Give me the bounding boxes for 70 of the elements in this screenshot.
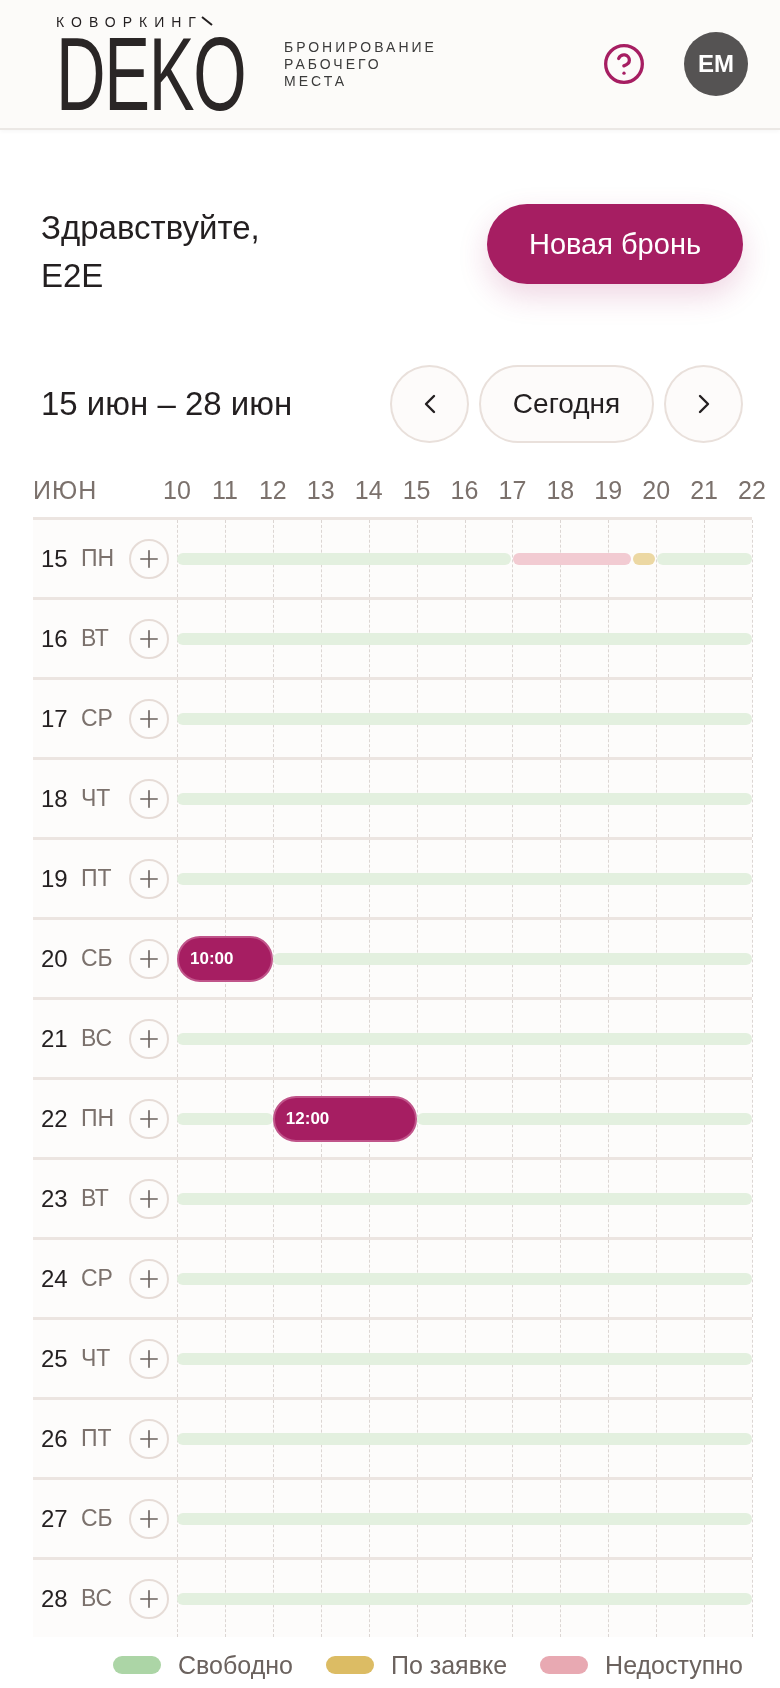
weekday-label: СБ xyxy=(81,1505,114,1532)
booking-chip[interactable]: 12:00 xyxy=(272,1095,417,1142)
hour-label: 18 xyxy=(546,475,575,505)
day-number: 23 xyxy=(41,1184,69,1213)
hour-label: 19 xyxy=(594,475,623,505)
add-booking-button[interactable] xyxy=(129,938,169,979)
hour-label: 15 xyxy=(402,475,431,505)
today-button[interactable]: Сегодня xyxy=(479,365,654,443)
add-booking-button[interactable] xyxy=(129,858,169,899)
new-booking-button[interactable]: Новая бронь xyxy=(487,204,743,284)
hour-label: 22 xyxy=(738,475,766,505)
logo-accent-icon xyxy=(200,16,213,26)
day-number: 26 xyxy=(41,1424,69,1453)
weekday-label: СБ xyxy=(81,945,114,972)
weekday-label: ПТ xyxy=(81,1425,113,1452)
logo-tagline: БРОНИРОВАНИЕ РАБОЧЕГО МЕСТА xyxy=(284,38,437,90)
weekday-label: ВТ xyxy=(81,1185,110,1212)
weekday-label: ВС xyxy=(81,1585,114,1612)
day-number: 27 xyxy=(41,1504,69,1533)
weekday-label: ПН xyxy=(81,545,116,572)
legend-label: По заявке xyxy=(390,1650,508,1680)
day-number: 19 xyxy=(41,864,69,893)
legend-label: Недоступно xyxy=(605,1650,743,1680)
add-booking-button[interactable] xyxy=(129,1498,169,1539)
day-number: 24 xyxy=(41,1264,69,1293)
weekday-label: ЧТ xyxy=(81,1345,112,1372)
hour-label: 14 xyxy=(354,475,383,505)
logo-wordmark: DEKO xyxy=(56,32,246,116)
hour-label: 16 xyxy=(450,475,479,505)
add-booking-button[interactable] xyxy=(129,1578,169,1619)
add-booking-button[interactable] xyxy=(129,1098,169,1139)
weekday-label: ЧТ xyxy=(81,785,112,812)
legend-label: Свободно xyxy=(178,1650,293,1680)
weekday-label: ВТ xyxy=(81,625,110,652)
day-number: 21 xyxy=(41,1024,69,1053)
add-booking-button[interactable] xyxy=(129,778,169,819)
day-number: 22 xyxy=(41,1104,69,1133)
weekday-label: СР xyxy=(81,705,114,732)
day-number: 17 xyxy=(41,704,69,733)
booking-chip[interactable]: 10:00 xyxy=(177,935,273,982)
hour-label: 21 xyxy=(690,475,718,505)
weekday-label: ПТ xyxy=(81,865,113,892)
weekday-label: СР xyxy=(81,1265,114,1292)
hour-label: 13 xyxy=(306,475,335,505)
weekday-label: ВС xyxy=(81,1025,114,1052)
greeting-text: Здравствуйте, E2E xyxy=(41,208,260,296)
hour-label: 17 xyxy=(498,475,527,505)
add-booking-button[interactable] xyxy=(129,1178,169,1219)
hour-label: 12 xyxy=(258,475,287,505)
hour-label: 11 xyxy=(211,475,238,505)
logo-overline: КОВОРКИНГ xyxy=(56,14,203,30)
day-number: 15 xyxy=(41,544,69,573)
user-avatar[interactable]: EM xyxy=(684,32,748,96)
weekday-label: ПН xyxy=(81,1105,116,1132)
add-booking-button[interactable] xyxy=(129,1418,169,1459)
add-booking-button[interactable] xyxy=(129,1018,169,1059)
add-booking-button[interactable] xyxy=(129,698,169,739)
day-number: 20 xyxy=(41,944,69,973)
add-booking-button[interactable] xyxy=(129,618,169,659)
hour-label: 20 xyxy=(642,475,671,505)
add-booking-button[interactable] xyxy=(129,1338,169,1379)
day-number: 18 xyxy=(41,784,69,813)
add-booking-button[interactable] xyxy=(129,538,169,579)
day-number: 16 xyxy=(41,624,69,653)
day-number: 28 xyxy=(41,1584,69,1613)
add-booking-button[interactable] xyxy=(129,1258,169,1299)
date-range-label: 15 июн – 28 июн xyxy=(41,385,293,423)
hour-label: 10 xyxy=(163,475,191,505)
day-number: 25 xyxy=(41,1344,69,1373)
help-icon[interactable] xyxy=(602,42,646,86)
